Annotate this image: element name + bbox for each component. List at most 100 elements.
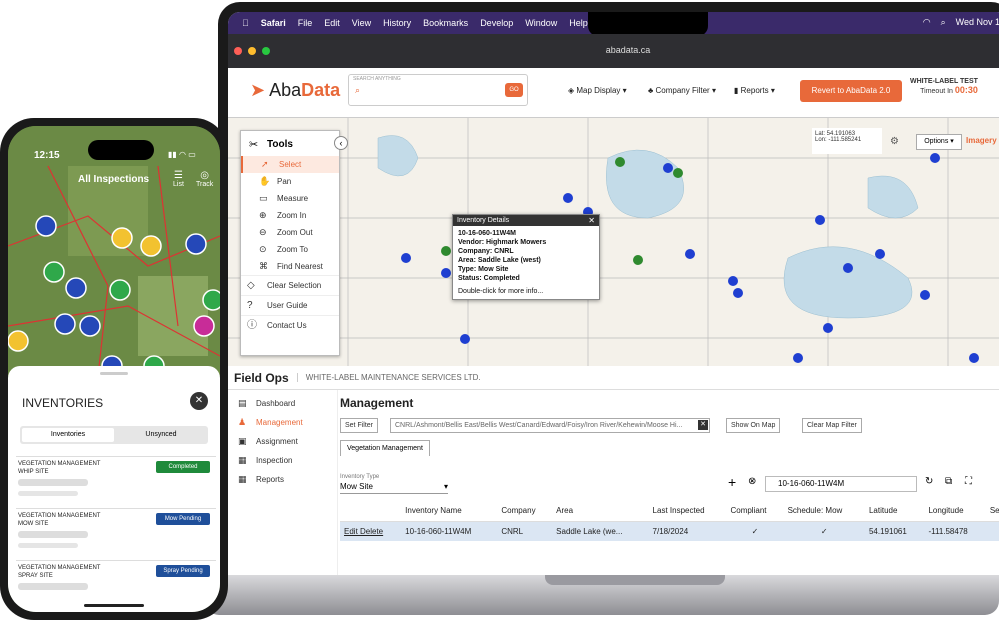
address-bar[interactable]: abadata.ca (528, 40, 728, 60)
map-display-menu[interactable]: ◈ Map Display ▾ (568, 86, 627, 95)
wifi-icon[interactable]: ◠ (923, 17, 931, 28)
list-item[interactable]: VEGETATION MANAGEMENT WHIP SITE Completed (16, 456, 216, 506)
field-ops-title: Field Ops (234, 370, 289, 385)
tool-pan[interactable]: ✋ Pan (241, 173, 339, 190)
column-header[interactable]: Last Inspected (648, 500, 727, 522)
close-icon[interactable]: ✕ (588, 216, 595, 225)
clear-map-filter-button[interactable]: Clear Map Filter (802, 418, 862, 433)
tools-icon: ✂ (249, 139, 259, 151)
column-header[interactable]: Schedule: Mow (783, 500, 865, 522)
tool-zoom-out[interactable]: ⊖ Zoom Out (241, 224, 339, 241)
compliant-checkbox[interactable]: ✓ (726, 521, 784, 541)
tool-select[interactable]: ➚ Select (241, 156, 339, 173)
inventory-type-select[interactable]: Inventory Type Mow Site ▾ (340, 474, 448, 494)
menu-bookmarks[interactable]: Bookmarks (423, 18, 468, 28)
menu-window[interactable]: Window (525, 18, 557, 28)
minimize-window-icon[interactable] (248, 47, 256, 55)
company-filter-menu[interactable]: ♣ Company Filter ▾ (648, 86, 716, 95)
menu-history[interactable]: History (383, 18, 411, 28)
edit-delete-links[interactable]: Edit Delete (340, 521, 402, 541)
clear-filter-icon[interactable]: ✕ (698, 420, 708, 430)
set-filter-button[interactable]: Set Filter (340, 418, 379, 433)
menu-help[interactable]: Help (569, 18, 588, 28)
session-info: WHITE-LABEL TEST Timeout In 00:30 (910, 78, 978, 95)
popup-vendor: Vendor: Highmark Mowers (458, 239, 547, 246)
menu-file[interactable]: File (298, 18, 313, 28)
list-item[interactable]: VEGETATION MANAGEMENT SPRAY SITE Spray Pe… (16, 560, 216, 610)
column-header[interactable]: Area (552, 500, 649, 522)
nav-reports[interactable]: ▦ Reports (228, 470, 337, 489)
track-button[interactable]: ◎ Track (196, 170, 213, 188)
table-cell: Saddle Lake (we... (552, 521, 649, 541)
table-row[interactable]: Edit Delete 10-16-060-11W4M CNRL Saddle … (340, 521, 999, 541)
clear-selection-button[interactable]: ◇ Clear Selection (241, 275, 339, 295)
search-label: SEARCH ANYTHING (353, 76, 401, 82)
column-header[interactable]: Company (497, 500, 553, 522)
user-guide-button[interactable]: ? User Guide (241, 295, 339, 315)
zoom-window-icon[interactable] (262, 47, 270, 55)
cursor-icon: ➚ (261, 159, 269, 169)
inventories-sheet: INVENTORIES ✕ Inventories Unsynced VEGET… (8, 366, 220, 612)
inventory-search-input[interactable]: 10-16-060-11W4M (765, 476, 917, 492)
go-button[interactable]: GO (505, 83, 523, 97)
management-icon: ♟ (238, 417, 247, 427)
tab-vegetation-management[interactable]: Vegetation Management (340, 440, 430, 456)
options-dropdown[interactable]: Options ▾ (916, 134, 962, 150)
search-input[interactable]: SEARCH ANYTHING ⌕ GO (348, 74, 528, 106)
imagery-toggle[interactable]: Imagery (966, 136, 997, 145)
nav-inspection[interactable]: ▦ Inspection (228, 451, 337, 470)
menu-safari[interactable]: Safari (261, 18, 286, 28)
menu-edit[interactable]: Edit (324, 18, 340, 28)
collapse-tools-icon[interactable]: ‹ (334, 136, 348, 150)
home-indicator[interactable] (84, 604, 144, 607)
tab-inventories[interactable]: Inventories (22, 428, 114, 442)
column-header[interactable]: Latitude (864, 500, 925, 522)
column-header[interactable]: Inventory Name (401, 500, 498, 522)
signal-battery-icon: ▮▮ ◠ ▭ (168, 150, 196, 159)
schedule-checkbox[interactable]: ✓ (783, 521, 865, 541)
inventory-details-popup[interactable]: Inventory Details ✕ 10-16-060-11W4M Vend… (452, 214, 600, 300)
contact-us-button[interactable]: ⓘ Contact Us (241, 315, 339, 335)
add-icon[interactable]: + (728, 474, 736, 490)
cancel-icon[interactable]: ⊗ (748, 476, 756, 487)
dashboard-icon: ▤ (238, 398, 247, 408)
phone-map[interactable] (8, 126, 220, 376)
table-cell: -111.58478 (924, 521, 986, 541)
list-button[interactable]: ☰ List (173, 170, 184, 188)
search-icon[interactable]: ⌕ (941, 17, 946, 28)
revert-button[interactable]: Revert to AbaData 2.0 (800, 80, 902, 102)
clock[interactable]: Wed Nov 13 (956, 17, 999, 28)
column-header[interactable]: Se (985, 500, 999, 522)
menu-view[interactable]: View (352, 18, 371, 28)
menu-develop[interactable]: Develop (480, 18, 513, 28)
phone-title: All Inspections (78, 174, 150, 185)
tool-measure[interactable]: ▭ Measure (241, 190, 339, 207)
fullscreen-icon[interactable]: ⛶ (965, 476, 972, 487)
phone-map-canvas (8, 126, 220, 376)
tool-zoom-to[interactable]: ⊙ Zoom To (241, 241, 339, 258)
zoom-in-icon: ⊕ (259, 210, 267, 220)
column-header[interactable]: Compliant (726, 500, 784, 522)
apple-icon[interactable]:  (242, 18, 249, 28)
reports-menu[interactable]: ▮ Reports ▾ (734, 86, 775, 95)
map-view[interactable]: ✂ Tools ➚ Select ✋ Pan ▭ Measure ⊕ Zoom In ⊖ Z… (228, 118, 999, 366)
abadata-logo[interactable]: ➤ AbaData (250, 80, 340, 101)
gear-icon[interactable]: ⚙ (890, 136, 899, 147)
column-header[interactable]: Longitude (924, 500, 986, 522)
tool-zoom-in[interactable]: ⊕ Zoom In (241, 207, 339, 224)
nav-assignment[interactable]: ▣ Assignment (228, 432, 337, 451)
filter-text: CNRL/Ashmont/Bellis East/Bellis West/Can… (390, 418, 710, 433)
tool-find-nearest[interactable]: ⌘ Find Nearest (241, 258, 339, 275)
nav-dashboard[interactable]: ▤ Dashboard (228, 394, 337, 413)
refresh-icon[interactable]: ↻ (925, 476, 933, 487)
close-icon[interactable]: ✕ (190, 392, 208, 410)
close-window-icon[interactable] (234, 47, 242, 55)
map-canvas (228, 118, 999, 366)
show-on-map-button[interactable]: Show On Map (726, 418, 781, 433)
list-icon: ☰ (173, 170, 183, 181)
sheet-handle[interactable] (100, 372, 128, 375)
nav-management[interactable]: ♟ Management (228, 413, 337, 432)
copy-icon[interactable]: ⧉ (945, 476, 952, 487)
tab-unsynced[interactable]: Unsynced (116, 428, 206, 442)
list-item[interactable]: VEGETATION MANAGEMENT MOW SITE Mow Pendin… (16, 508, 216, 558)
